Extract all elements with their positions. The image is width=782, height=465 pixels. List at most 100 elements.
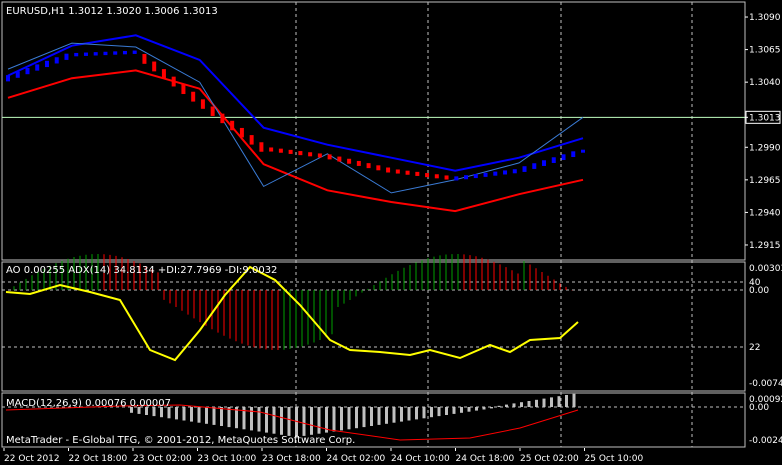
macd-bar — [512, 403, 516, 407]
price-label: 1.2940 — [749, 208, 781, 218]
time-label: 24 Oct 02:00 — [327, 454, 386, 464]
ha-bar — [308, 152, 313, 157]
ao-axis-label: 22 — [749, 343, 760, 353]
ha-bar — [493, 171, 498, 176]
ha-bar — [44, 60, 49, 68]
ha-bar — [444, 175, 449, 180]
macd-bar — [557, 396, 561, 407]
ha-bar — [220, 113, 225, 124]
macd-bar — [227, 407, 231, 428]
macd-bar — [407, 407, 411, 421]
ha-bar — [288, 149, 293, 154]
ha-bar — [376, 165, 381, 171]
ha-bar — [210, 106, 215, 116]
ha-bar — [581, 149, 585, 153]
ha-bar — [122, 50, 127, 55]
macd-bar — [392, 407, 396, 423]
copyright-footer: MetaTrader - E-Global TFG, © 2001-2012, … — [6, 435, 355, 446]
macd-bar — [482, 407, 486, 410]
macd-bar — [475, 407, 478, 411]
ha-bar — [405, 170, 410, 175]
macd-bar — [437, 407, 441, 417]
price-label: 1.3013 — [749, 113, 781, 123]
ha-bar — [74, 52, 79, 57]
macd-bar — [190, 407, 193, 422]
macd-bar — [272, 407, 276, 434]
ha-bar — [142, 53, 147, 64]
ha-bar — [551, 157, 556, 163]
macd-axis-label: -0.00241 — [749, 436, 782, 446]
ha-bar — [434, 174, 439, 179]
macd-header: MACD(12,26,9) 0.00076 0.00007 — [6, 398, 171, 409]
price-label: 1.3065 — [749, 46, 781, 56]
ha-bar — [366, 163, 371, 169]
macd-bar — [572, 393, 576, 407]
macd-bar — [535, 399, 538, 407]
macd-bar — [340, 407, 343, 431]
macd-bar — [182, 407, 186, 421]
ha-bar — [239, 127, 244, 138]
terminal-chart[interactable]: EURUSD,H1 1.3012 1.3020 1.3006 1.3013 AO… — [0, 0, 782, 465]
ha-bar — [103, 51, 108, 56]
ha-bar — [25, 67, 30, 75]
ha-bar — [561, 154, 566, 161]
ha-bar — [269, 147, 274, 152]
time-axis: 22 Oct 2012 22 Oct 18:00 23 Oct 02:00 23 Oc… — [3, 448, 644, 464]
macd-bar — [250, 407, 253, 431]
main-header: EURUSD,H1 1.3012 1.3020 1.3006 1.3013 — [6, 6, 218, 17]
price-label: 1.2915 — [749, 241, 781, 251]
price-axis: 1.3090 1.3065 1.3040 1.3013 1.2990 1.2965 1.29… — [745, 13, 782, 446]
ha-bar — [317, 153, 322, 158]
ha-bar — [113, 51, 118, 55]
time-label: 23 Oct 10:00 — [198, 454, 257, 464]
price-label: 1.3040 — [749, 78, 781, 88]
ha-bar — [171, 76, 176, 87]
ha-bar — [64, 53, 69, 60]
time-label: 22 Oct 18:00 — [69, 454, 128, 464]
ha-bar — [249, 135, 254, 145]
macd-bar — [377, 407, 381, 425]
macd-bar — [467, 407, 471, 412]
ha-bar — [347, 158, 352, 164]
macd-bar — [452, 407, 456, 414]
ha-bar — [93, 52, 98, 56]
ha-bar — [298, 151, 303, 156]
grid-lines — [2, 2, 745, 447]
time-label: 25 Oct 10:00 — [585, 454, 644, 464]
macd-bar — [415, 407, 418, 420]
ha-bar — [83, 52, 88, 56]
ha-bar — [259, 142, 264, 152]
macd-bar — [550, 397, 553, 407]
time-label: 24 Oct 10:00 — [391, 454, 450, 464]
ha-bar — [464, 175, 469, 180]
ha-bar — [200, 99, 205, 109]
macd-bar — [220, 407, 223, 426]
ha-bar — [132, 50, 137, 54]
panel-frames — [1, 1, 746, 448]
ha-bar — [386, 167, 391, 173]
macd-bar — [175, 407, 178, 420]
ha-bar — [181, 84, 186, 95]
ao-axis-label: 0.00303 — [749, 264, 782, 274]
ha-bar — [503, 170, 508, 175]
ha-bar — [161, 69, 166, 79]
macd-bar — [445, 407, 448, 415]
ao-axis-label: -0.00747 — [749, 379, 782, 389]
ha-bar — [35, 64, 40, 71]
ha-bar — [454, 176, 459, 181]
macd-bar — [527, 401, 531, 407]
ao-axis-label: 0.00 — [749, 286, 769, 296]
macd-bar — [355, 407, 358, 429]
ha-bar — [230, 120, 235, 131]
macd-bar — [257, 407, 261, 432]
macd-bar — [422, 407, 426, 419]
macd-bar — [317, 407, 321, 434]
price-label: 1.2990 — [749, 143, 781, 153]
ha-bar — [327, 154, 332, 160]
macd-bar — [332, 407, 336, 432]
ha-bar — [54, 57, 59, 64]
macd-bar — [460, 407, 463, 413]
ha-bar — [152, 61, 157, 72]
ha-bar — [425, 173, 430, 178]
macd-bar — [430, 407, 433, 418]
